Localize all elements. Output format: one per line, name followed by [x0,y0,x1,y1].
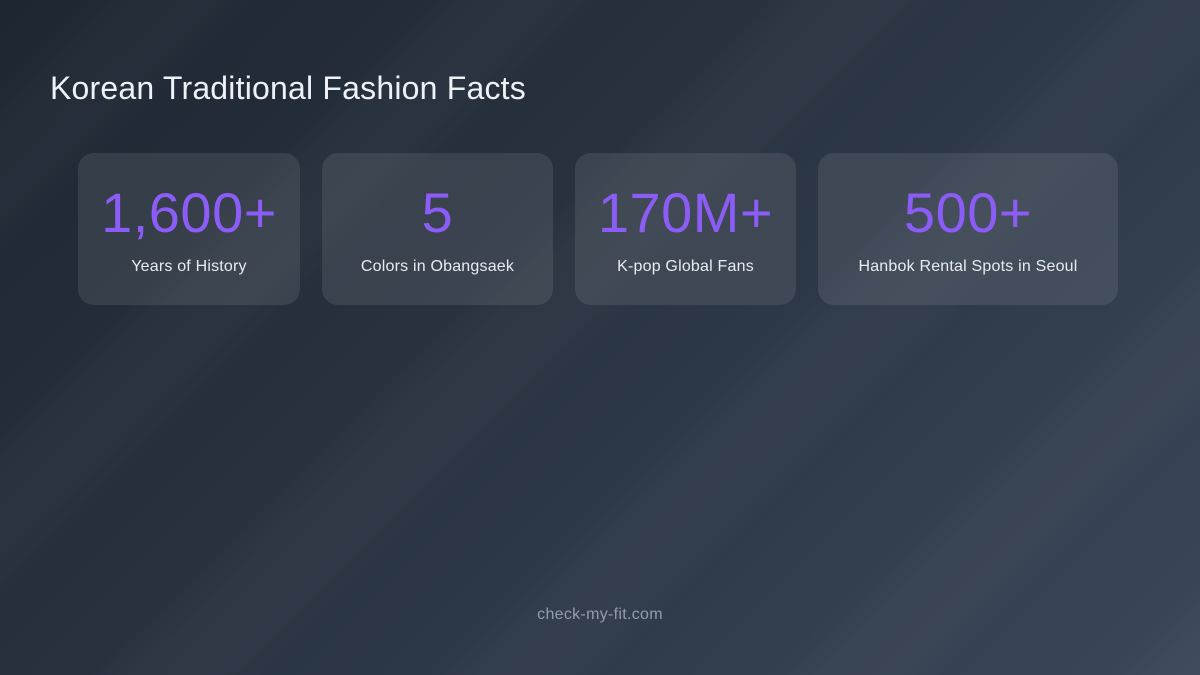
stats-row: 1,600+ Years of History 5 Colors in Oban… [78,153,1118,305]
stat-value: 1,600+ [101,182,277,244]
stat-label: Colors in Obangsaek [361,257,514,276]
page-title: Korean Traditional Fashion Facts [50,70,526,107]
stat-card-years-of-history: 1,600+ Years of History [78,153,300,305]
stat-label: Hanbok Rental Spots in Seoul [858,257,1077,276]
stat-value: 170M+ [598,182,773,244]
stat-label: Years of History [131,257,247,276]
stat-label: K-pop Global Fans [617,257,754,276]
stat-value: 500+ [904,182,1032,244]
footer-site-url: check-my-fit.com [0,606,1200,624]
stat-card-obangsaek-colors: 5 Colors in Obangsaek [322,153,553,305]
stat-card-hanbok-rentals: 500+ Hanbok Rental Spots in Seoul [818,153,1118,305]
stat-value: 5 [422,182,454,244]
stat-card-kpop-fans: 170M+ K-pop Global Fans [575,153,796,305]
